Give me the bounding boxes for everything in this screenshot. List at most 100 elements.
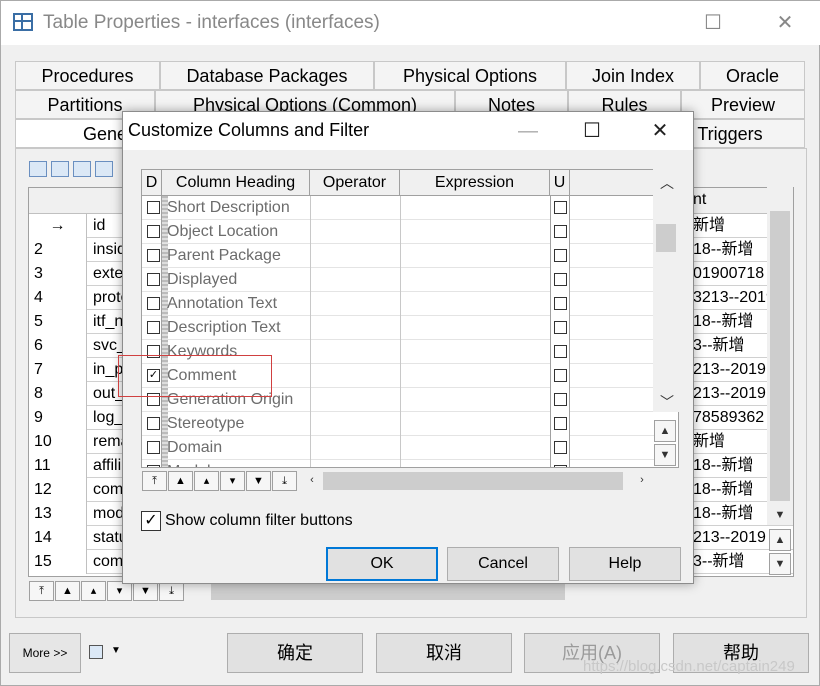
u-checkbox[interactable] xyxy=(554,249,567,262)
move-to-bottom-icon[interactable]: ⤓ xyxy=(272,471,297,491)
properties-icon[interactable] xyxy=(29,161,47,177)
operator-cell[interactable] xyxy=(310,316,311,340)
column-filter-row[interactable]: Displayed xyxy=(142,268,654,292)
operator-header[interactable]: Operator xyxy=(310,170,400,196)
chevron-left-icon[interactable]: ‹ xyxy=(301,470,323,492)
operator-cell[interactable] xyxy=(310,340,311,364)
display-checkbox[interactable] xyxy=(147,465,160,467)
u-checkbox[interactable] xyxy=(554,393,567,406)
operator-cell[interactable] xyxy=(310,436,311,460)
column-filter-horizontal-scroll-thumb[interactable] xyxy=(323,472,623,490)
chevron-down-icon[interactable]: ▼ xyxy=(111,645,121,656)
display-checkbox[interactable] xyxy=(147,321,160,334)
move-down-one-icon[interactable]: ▾ xyxy=(220,471,245,491)
operator-cell[interactable] xyxy=(310,460,311,467)
operator-cell[interactable] xyxy=(310,292,311,316)
move-page-down-icon[interactable]: ▼ xyxy=(246,471,271,491)
move-down-icon[interactable]: ▼ xyxy=(769,553,791,575)
cancel-button[interactable]: 取消 xyxy=(376,633,512,673)
expression-header[interactable]: Expression xyxy=(400,170,550,196)
u-checkbox[interactable] xyxy=(554,369,567,382)
expression-cell[interactable] xyxy=(400,340,401,364)
more-button[interactable]: More >> xyxy=(9,633,81,673)
expression-cell[interactable] xyxy=(400,388,401,412)
column-filter-row[interactable]: Stereotype xyxy=(142,412,654,436)
minimize-icon[interactable]: — xyxy=(511,118,545,144)
u-checkbox[interactable] xyxy=(554,321,567,334)
operator-cell[interactable] xyxy=(310,220,311,244)
expression-cell[interactable] xyxy=(400,412,401,436)
expression-cell[interactable] xyxy=(400,316,401,340)
expression-cell[interactable] xyxy=(400,268,401,292)
u-checkbox[interactable] xyxy=(554,273,567,286)
add-row-icon[interactable] xyxy=(73,161,91,177)
move-to-bottom-icon[interactable]: ⤓ xyxy=(159,581,184,601)
expression-cell[interactable] xyxy=(400,244,401,268)
operator-cell[interactable] xyxy=(310,412,311,436)
ok-button[interactable]: 确定 xyxy=(227,633,363,673)
add-columns-icon[interactable] xyxy=(95,161,113,177)
move-up-icon[interactable]: ▲ xyxy=(769,529,791,551)
operator-cell[interactable] xyxy=(310,268,311,292)
column-filter-row[interactable]: Annotation Text xyxy=(142,292,654,316)
grid-vertical-scroll-thumb[interactable] xyxy=(770,211,790,501)
move-up-icon[interactable]: ▲ xyxy=(654,420,676,442)
u-checkbox[interactable] xyxy=(554,417,567,430)
grid-horizontal-scroll-thumb[interactable] xyxy=(211,584,565,600)
column-filter-row[interactable]: Parent Package xyxy=(142,244,654,268)
move-to-top-icon[interactable]: ⤒ xyxy=(142,471,167,491)
expression-cell[interactable] xyxy=(400,220,401,244)
property-sheet-icon[interactable] xyxy=(89,645,103,659)
move-page-up-icon[interactable]: ▲ xyxy=(168,471,193,491)
tab-join-index[interactable]: Join Index xyxy=(566,61,700,90)
scroll-down-arrow-icon[interactable]: ▼ xyxy=(769,505,791,527)
operator-cell[interactable] xyxy=(310,364,311,388)
tab-oracle[interactable]: Oracle xyxy=(700,61,805,90)
dialog-cancel-button[interactable]: Cancel xyxy=(447,547,559,581)
show-filter-buttons-checkbox[interactable]: ✓ xyxy=(141,511,161,531)
u-column-header[interactable]: U xyxy=(550,170,570,196)
tab-procedures[interactable]: Procedures xyxy=(15,61,160,90)
move-up-one-icon[interactable]: ▴ xyxy=(194,471,219,491)
column-filter-vertical-scrollbar[interactable] xyxy=(653,169,679,412)
column-filter-row[interactable]: Description Text xyxy=(142,316,654,340)
move-down-one-icon[interactable]: ▾ xyxy=(107,581,132,601)
chevron-down-icon[interactable]: ﹀ xyxy=(656,392,678,414)
move-to-top-icon[interactable]: ⤒ xyxy=(29,581,54,601)
move-up-one-icon[interactable]: ▴ xyxy=(81,581,106,601)
dialog-help-button[interactable]: Help xyxy=(569,547,681,581)
column-filter-scroll-thumb[interactable] xyxy=(656,224,676,252)
column-filter-row[interactable]: Object Location xyxy=(142,220,654,244)
dialog-ok-button[interactable]: OK xyxy=(326,547,438,581)
comment-column-header[interactable]: nt xyxy=(693,191,706,209)
expression-cell[interactable] xyxy=(400,436,401,460)
u-checkbox[interactable] xyxy=(554,201,567,214)
maximize-icon[interactable]: ☐ xyxy=(575,118,609,144)
expression-cell[interactable] xyxy=(400,292,401,316)
display-checkbox[interactable] xyxy=(147,297,160,310)
operator-cell[interactable] xyxy=(310,388,311,412)
move-page-up-icon[interactable]: ▲ xyxy=(55,581,80,601)
display-checkbox[interactable] xyxy=(147,273,160,286)
column-filter-row[interactable]: Domain xyxy=(142,436,654,460)
close-button[interactable]: ✕ xyxy=(767,9,803,37)
u-checkbox[interactable] xyxy=(554,465,567,467)
tab-physical-options[interactable]: Physical Options xyxy=(374,61,566,90)
expression-cell[interactable] xyxy=(400,196,401,220)
move-down-icon[interactable]: ▼ xyxy=(654,444,676,466)
u-checkbox[interactable] xyxy=(554,225,567,238)
tab-database-packages[interactable]: Database Packages xyxy=(160,61,374,90)
chevron-right-icon[interactable]: › xyxy=(631,470,653,492)
move-page-down-icon[interactable]: ▼ xyxy=(133,581,158,601)
display-checkbox[interactable] xyxy=(147,225,160,238)
u-checkbox[interactable] xyxy=(554,441,567,454)
d-column-header[interactable]: D xyxy=(142,170,162,196)
u-checkbox[interactable] xyxy=(554,345,567,358)
tab-preview[interactable]: Preview xyxy=(681,90,805,119)
display-checkbox[interactable] xyxy=(147,249,160,262)
expression-cell[interactable] xyxy=(400,364,401,388)
column-heading-header[interactable]: Column Heading xyxy=(162,170,310,196)
display-checkbox[interactable] xyxy=(147,201,160,214)
operator-cell[interactable] xyxy=(310,196,311,220)
column-filter-row[interactable]: Model xyxy=(142,460,654,467)
